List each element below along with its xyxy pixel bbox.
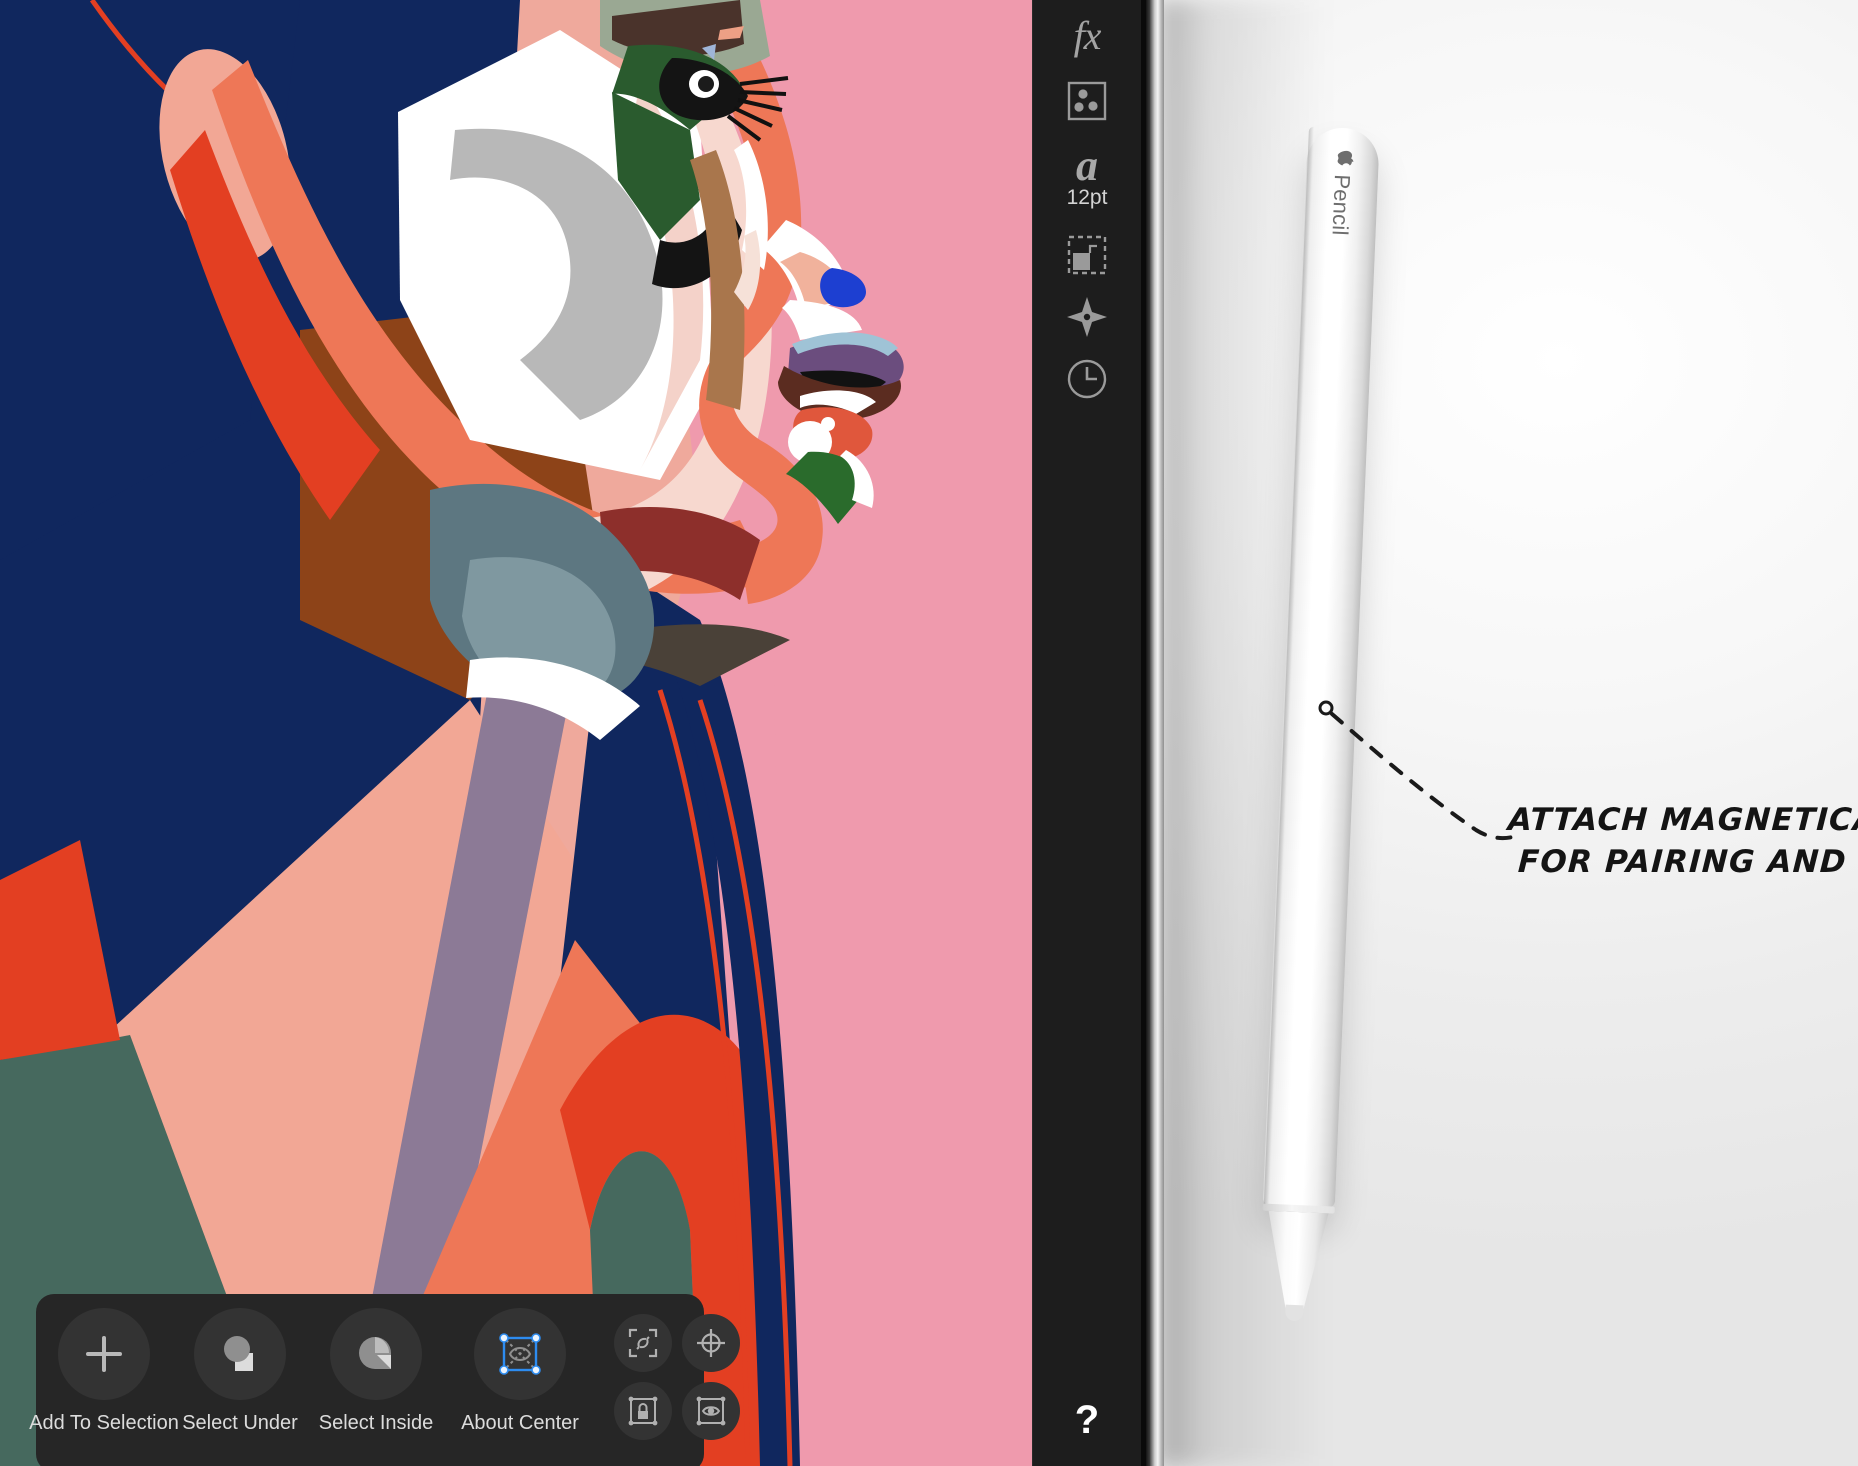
tool-select-inside[interactable]: Select Inside [308, 1308, 444, 1435]
transform-icon [1067, 235, 1107, 275]
callout-text-block: ATTACH MAGNETICALLY FOR PAIRING AND CHAR… [1507, 800, 1858, 883]
apple-logo-icon [1338, 150, 1354, 166]
rotation-center-button[interactable] [682, 1314, 740, 1372]
lock-children-button[interactable] [614, 1382, 672, 1440]
help-label: ? [1074, 1397, 1100, 1442]
clock-icon [1067, 359, 1107, 399]
about-center-label: About Center [461, 1412, 579, 1434]
selection-tool-group: Add To Selection Select Under Select Ins… [29, 1308, 444, 1435]
tool-history[interactable] [1033, 348, 1141, 410]
select-inside-label: Select Inside [318, 1412, 434, 1434]
fx-icon: fx [1073, 12, 1102, 58]
bottom-toolbar: Add To Selection Select Under Select Ins… [29, 1294, 740, 1466]
transform-box-icon [499, 1333, 541, 1375]
snapping-icon [628, 1328, 658, 1358]
callout-line-1: ATTACH MAGNETICALLY [1507, 802, 1858, 838]
select-under-label: Select Under [182, 1412, 298, 1434]
lock-frame-icon [628, 1396, 658, 1426]
callout-line-2: FOR PAIRING AND CHARGING [1517, 843, 1858, 880]
tool-text-style[interactable]: a 12pt [1033, 132, 1141, 224]
select-under-button[interactable] [194, 1308, 286, 1400]
crosshair-target-icon [697, 1329, 725, 1357]
select-under-icon [224, 1336, 253, 1371]
transform-tool-group: About Center [452, 1308, 588, 1435]
compass-icon [1067, 297, 1107, 337]
snapping-button[interactable] [614, 1314, 672, 1372]
add-to-selection-button[interactable] [58, 1308, 150, 1400]
tool-navigator[interactable] [1033, 286, 1141, 348]
right-tool-strip: fx a 12pt ? [1032, 0, 1141, 1466]
adjustment-square-icon [1067, 81, 1107, 121]
screenshot-root: fx a 12pt ? Add To Selection Select Unde… [0, 0, 1858, 1466]
tool-add-to-selection[interactable]: Add To Selection [29, 1308, 179, 1435]
tool-select-under[interactable]: Select Under [172, 1308, 308, 1435]
tool-about-center[interactable]: About Center [452, 1308, 588, 1435]
eye-frame-icon [696, 1396, 726, 1426]
tool-fx-effects[interactable]: fx [1033, 0, 1141, 70]
tablet-metal-edge [1150, 0, 1164, 1466]
text-a-icon: a [1076, 141, 1098, 191]
pencil-branding: Pencil [1327, 150, 1357, 236]
show-selection-button[interactable] [682, 1382, 740, 1440]
canvas-artwork[interactable] [0, 0, 1032, 1466]
pencil-wordmark: Pencil [1327, 173, 1356, 237]
select-inside-button[interactable] [330, 1308, 422, 1400]
about-center-button[interactable] [474, 1308, 566, 1400]
mini-tool-grid [614, 1314, 740, 1440]
tool-transform[interactable] [1033, 224, 1141, 286]
add-to-selection-label: Add To Selection [29, 1412, 179, 1434]
plus-icon [86, 1336, 122, 1372]
tool-adjustments[interactable] [1033, 70, 1141, 132]
font-size-value: 12pt [1066, 185, 1108, 209]
help-button[interactable]: ? [1033, 1390, 1141, 1450]
select-inside-icon [359, 1337, 391, 1369]
